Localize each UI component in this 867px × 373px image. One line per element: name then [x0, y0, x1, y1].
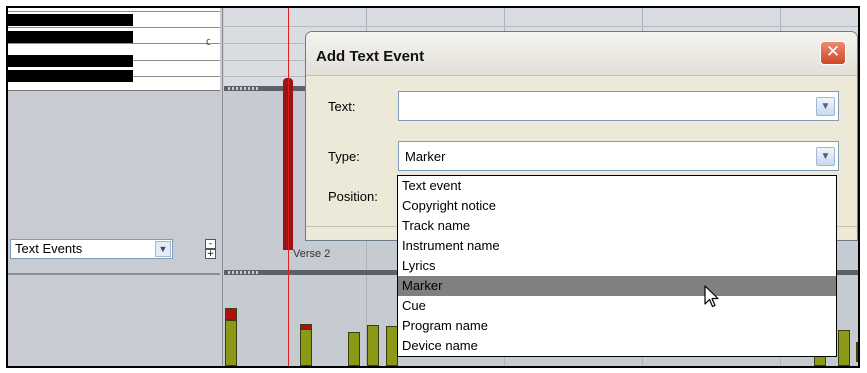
- dialog-titlebar[interactable]: Add Text Event ✕: [306, 32, 857, 76]
- piano-key-divider: [8, 11, 220, 12]
- position-label: Position:: [328, 189, 378, 204]
- type-value: Marker: [405, 149, 446, 164]
- type-dropdown-list[interactable]: Text event Copyright notice Track name I…: [397, 175, 837, 357]
- left-panel: C Text Events ▼ - +: [8, 8, 223, 366]
- dropdown-option[interactable]: Copyright notice: [398, 196, 836, 216]
- velocity-bar[interactable]: [838, 330, 850, 366]
- type-label: Type:: [328, 149, 360, 164]
- play-cursor[interactable]: [288, 8, 289, 366]
- velocity-bar[interactable]: [367, 325, 379, 366]
- piano-key-divider: [8, 43, 220, 44]
- lane-type-value: Text Events: [15, 241, 83, 256]
- octave-c-label: C: [206, 38, 211, 47]
- black-key[interactable]: [8, 55, 133, 67]
- mouse-pointer-icon: [704, 285, 719, 308]
- dropdown-option[interactable]: Cue: [398, 296, 836, 316]
- lane-collapse-button[interactable]: -: [205, 239, 216, 249]
- black-key[interactable]: [8, 14, 133, 26]
- piano-keyboard[interactable]: C: [8, 8, 220, 91]
- marker-label: Verse 2: [293, 248, 331, 260]
- velocity-bar[interactable]: [300, 324, 312, 330]
- dropdown-option[interactable]: Lyrics: [398, 256, 836, 276]
- grid-row-line: [224, 26, 858, 27]
- close-icon: ✕: [825, 42, 841, 62]
- text-label: Text:: [328, 99, 356, 114]
- dropdown-option[interactable]: Program name: [398, 316, 836, 336]
- chevron-down-icon[interactable]: ▼: [816, 147, 835, 166]
- lane-expand-button[interactable]: +: [205, 249, 216, 259]
- grip-handle[interactable]: [228, 271, 260, 274]
- grip-handle[interactable]: [228, 87, 260, 90]
- type-combo[interactable]: Marker ▼: [398, 141, 839, 171]
- lane-type-select[interactable]: Text Events ▼: [10, 239, 173, 259]
- velocity-bar[interactable]: [348, 332, 360, 366]
- dropdown-option[interactable]: Instrument name: [398, 236, 836, 256]
- text-combo[interactable]: ▼: [398, 91, 839, 121]
- velocity-bar[interactable]: [225, 320, 237, 366]
- velocity-bar[interactable]: [300, 324, 312, 366]
- chevron-down-icon[interactable]: ▼: [155, 241, 171, 257]
- black-key[interactable]: [8, 70, 133, 82]
- velocity-bar[interactable]: [225, 308, 237, 320]
- dropdown-option[interactable]: Device name: [398, 336, 836, 356]
- dropdown-option-selected[interactable]: Marker: [398, 276, 836, 296]
- piano-key-divider: [8, 27, 220, 28]
- lane-divider[interactable]: [8, 273, 220, 275]
- chevron-down-icon[interactable]: ▼: [816, 97, 835, 116]
- dialog-title: Add Text Event: [316, 48, 425, 65]
- dropdown-option[interactable]: Track name: [398, 216, 836, 236]
- black-key[interactable]: [8, 31, 133, 43]
- close-button[interactable]: ✕: [820, 41, 846, 65]
- dropdown-option[interactable]: Text event: [398, 176, 836, 196]
- velocity-bar[interactable]: [856, 342, 858, 362]
